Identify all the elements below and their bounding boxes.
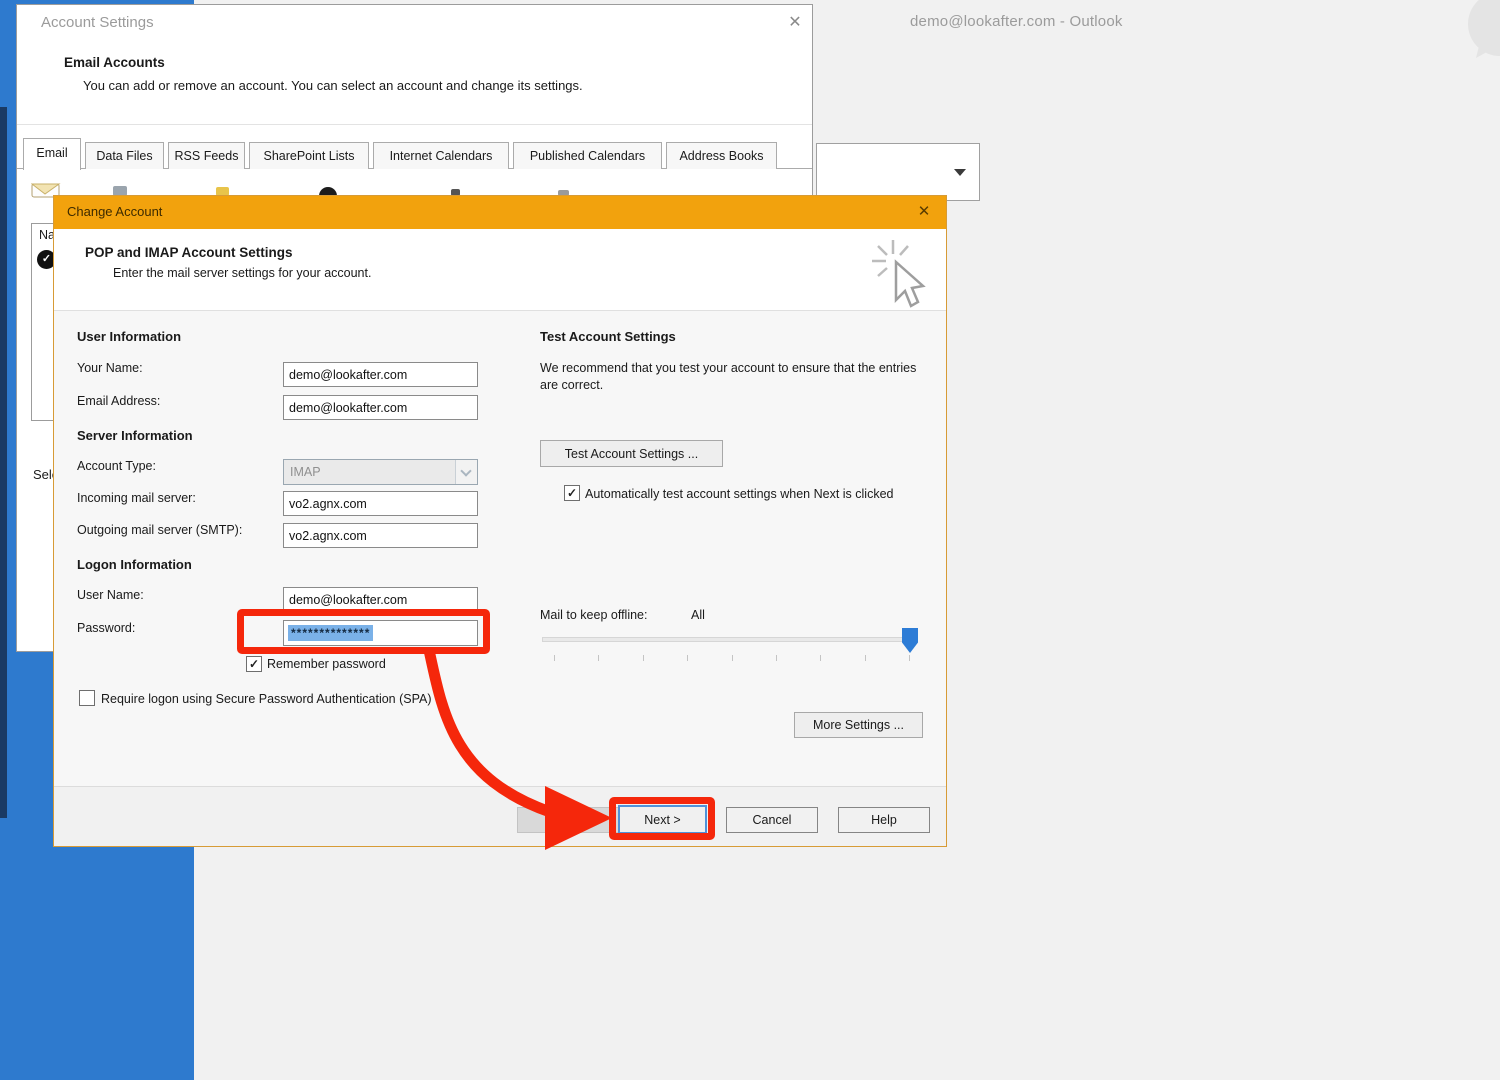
outgoing-server-input[interactable]: [283, 523, 478, 548]
screen: demo@lookafter.com - Outlook Account Set…: [0, 0, 1500, 1080]
remember-password-checkbox[interactable]: ✓: [246, 656, 262, 672]
tab-rss-feeds[interactable]: RSS Feeds: [168, 142, 245, 169]
divider: [54, 786, 946, 787]
chat-bubble-icon: [1452, 0, 1500, 60]
password-input[interactable]: **************: [283, 620, 478, 646]
slider-tick: [554, 655, 555, 661]
slider-tick: [776, 655, 777, 661]
email-accounts-heading: Email Accounts: [64, 55, 165, 70]
slider-tick: [598, 655, 599, 661]
next-button[interactable]: Next >: [618, 805, 707, 834]
slider-tick: [865, 655, 866, 661]
background-dropdown[interactable]: [816, 143, 980, 201]
chevron-down-icon: [460, 465, 471, 476]
user-information-title: User Information: [77, 329, 181, 344]
tab-data-files[interactable]: Data Files: [85, 142, 164, 169]
change-account-dialog: Change Account ✕ POP and IMAP Account Se…: [53, 195, 947, 847]
outgoing-server-label: Outgoing mail server (SMTP):: [77, 523, 242, 537]
slider-tick: [820, 655, 821, 661]
password-label: Password:: [77, 621, 135, 635]
tab-sharepoint-lists[interactable]: SharePoint Lists: [249, 142, 369, 169]
mail-offline-label: Mail to keep offline:: [540, 608, 647, 622]
mail-offline-value: All: [691, 608, 705, 622]
outlook-window-title: demo@lookafter.com - Outlook: [910, 13, 1123, 30]
tab-address-books[interactable]: Address Books: [666, 142, 777, 169]
tab-internet-calendars[interactable]: Internet Calendars: [373, 142, 509, 169]
wizard-subheading: Enter the mail server settings for your …: [113, 266, 371, 280]
mail-offline-slider-thumb[interactable]: [902, 628, 918, 653]
tab-email[interactable]: Email: [23, 138, 81, 170]
change-account-titlebar[interactable]: Change Account ✕: [54, 196, 946, 229]
close-icon[interactable]: ✕: [912, 200, 936, 224]
logon-information-title: Logon Information: [77, 557, 192, 572]
account-type-select[interactable]: IMAP: [283, 459, 478, 485]
remember-password-label: Remember password: [267, 657, 386, 671]
mail-offline-slider-track[interactable]: [542, 637, 916, 642]
cursor-sparkle-icon: [866, 234, 936, 310]
spa-checkbox[interactable]: [79, 690, 95, 706]
slider-tick: [643, 655, 644, 661]
account-settings-titlebar[interactable]: Account Settings: [41, 14, 154, 31]
close-icon[interactable]: ✕: [783, 11, 807, 35]
outlook-scrollbar-strip: [0, 107, 7, 818]
your-name-input[interactable]: [283, 362, 478, 387]
account-type-value: IMAP: [290, 465, 321, 479]
auto-test-label: Automatically test account settings when…: [585, 486, 921, 503]
server-information-title: Server Information: [77, 428, 193, 443]
slider-tick: [732, 655, 733, 661]
test-account-settings-description: We recommend that you test your account …: [540, 360, 936, 394]
slider-tick: [909, 655, 910, 661]
your-name-label: Your Name:: [77, 361, 143, 375]
test-account-settings-button[interactable]: Test Account Settings ...: [540, 440, 723, 467]
test-account-settings-title: Test Account Settings: [540, 329, 676, 344]
incoming-server-label: Incoming mail server:: [77, 491, 196, 505]
back-button[interactable]: < Back: [517, 807, 622, 833]
account-type-label: Account Type:: [77, 459, 156, 473]
wizard-heading: POP and IMAP Account Settings: [85, 245, 293, 260]
dropdown-arrow-icon: [954, 169, 966, 176]
email-address-input[interactable]: [283, 395, 478, 420]
divider: [17, 124, 812, 125]
email-address-label: Email Address:: [77, 394, 160, 408]
email-accounts-description: You can add or remove an account. You ca…: [83, 78, 583, 93]
wizard-header: POP and IMAP Account Settings Enter the …: [54, 229, 946, 311]
user-name-input[interactable]: [283, 587, 478, 612]
more-settings-button[interactable]: More Settings ...: [794, 712, 923, 738]
incoming-server-input[interactable]: [283, 491, 478, 516]
tab-published-calendars[interactable]: Published Calendars: [513, 142, 662, 169]
combo-dropdown-button: [455, 460, 477, 484]
cancel-button[interactable]: Cancel: [726, 807, 818, 833]
user-name-label: User Name:: [77, 588, 144, 602]
help-button[interactable]: Help: [838, 807, 930, 833]
password-selected-text: **************: [288, 625, 373, 641]
slider-tick: [687, 655, 688, 661]
spa-label: Require logon using Secure Password Auth…: [101, 691, 473, 707]
change-account-title: Change Account: [67, 204, 162, 219]
auto-test-checkbox[interactable]: ✓: [564, 485, 580, 501]
